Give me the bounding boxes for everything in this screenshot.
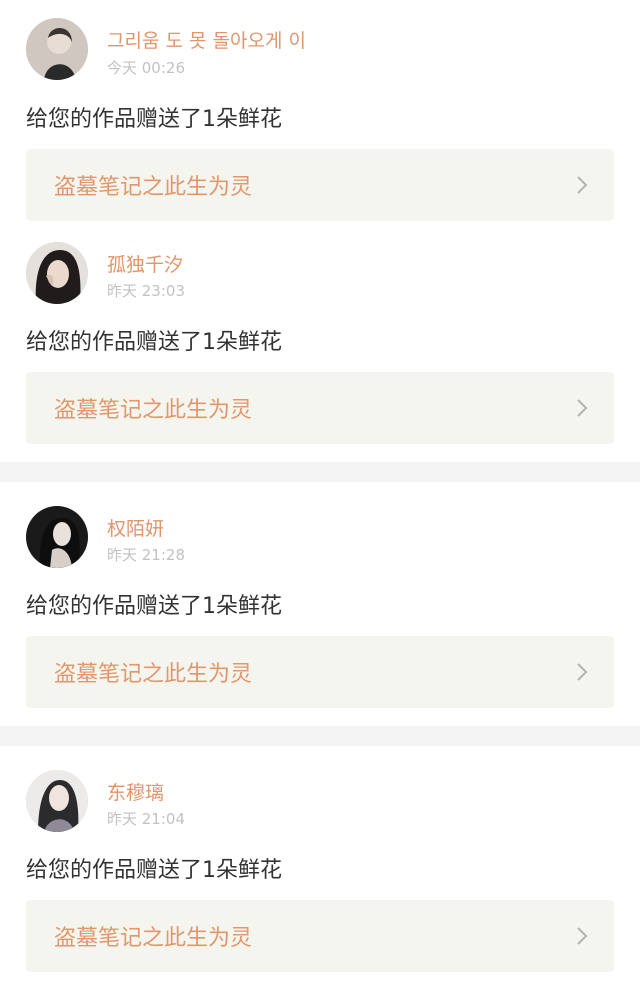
avatar-image: [26, 506, 88, 568]
work-title: 盗墓笔记之此生为灵: [54, 175, 253, 200]
notification-item: 权陌妍 昨天 21:28 给您的作品赠送了1朵鲜花 盗墓笔记之此生为灵: [0, 482, 640, 726]
gift-message: 给您的作品赠送了1朵鲜花: [26, 594, 282, 619]
username[interactable]: 东穆璃: [107, 778, 164, 805]
gift-message: 给您的作品赠送了1朵鲜花: [26, 330, 282, 355]
gift-message: 给您的作品赠送了1朵鲜花: [26, 858, 282, 883]
notification-item: 孤独千汐 昨天 23:03 给您的作品赠送了1朵鲜花 盗墓笔记之此生为灵: [0, 232, 640, 462]
chevron-right-icon: [577, 399, 588, 417]
work-link[interactable]: 盗墓笔记之此生为灵: [26, 900, 614, 972]
work-link[interactable]: 盗墓笔记之此生为灵: [26, 149, 614, 221]
section-separator: [0, 726, 640, 746]
gift-message: 给您的作品赠送了1朵鲜花: [26, 107, 282, 132]
notification-item: 그리움 도 못 돌아오게 이 今天 00:26 给您的作品赠送了1朵鲜花 盗墓笔…: [0, 0, 640, 232]
chevron-right-icon: [577, 663, 588, 681]
username[interactable]: 그리움 도 못 돌아오게 이: [107, 26, 306, 53]
work-title: 盗墓笔记之此生为灵: [54, 662, 253, 687]
username[interactable]: 孤独千汐: [107, 250, 183, 277]
timestamp: 昨天 23:03: [107, 282, 185, 300]
user-avatar[interactable]: [26, 770, 88, 832]
timestamp: 昨天 21:04: [107, 810, 185, 828]
work-title: 盗墓笔记之此生为灵: [54, 926, 253, 951]
avatar-image: [26, 770, 88, 832]
section-separator: [0, 462, 640, 482]
avatar-image: [26, 18, 88, 80]
username[interactable]: 权陌妍: [107, 514, 164, 541]
user-avatar[interactable]: [26, 18, 88, 80]
notification-item: 东穆璃 昨天 21:04 给您的作品赠送了1朵鲜花 盗墓笔记之此生为灵: [0, 746, 640, 995]
timestamp: 今天 00:26: [107, 59, 185, 77]
timestamp: 昨天 21:28: [107, 546, 185, 564]
chevron-right-icon: [577, 927, 588, 945]
avatar-image: [26, 242, 88, 304]
chevron-right-icon: [577, 176, 588, 194]
user-avatar[interactable]: [26, 506, 88, 568]
work-link[interactable]: 盗墓笔记之此生为灵: [26, 372, 614, 444]
user-avatar[interactable]: [26, 242, 88, 304]
work-link[interactable]: 盗墓笔记之此生为灵: [26, 636, 614, 708]
work-title: 盗墓笔记之此生为灵: [54, 398, 253, 423]
